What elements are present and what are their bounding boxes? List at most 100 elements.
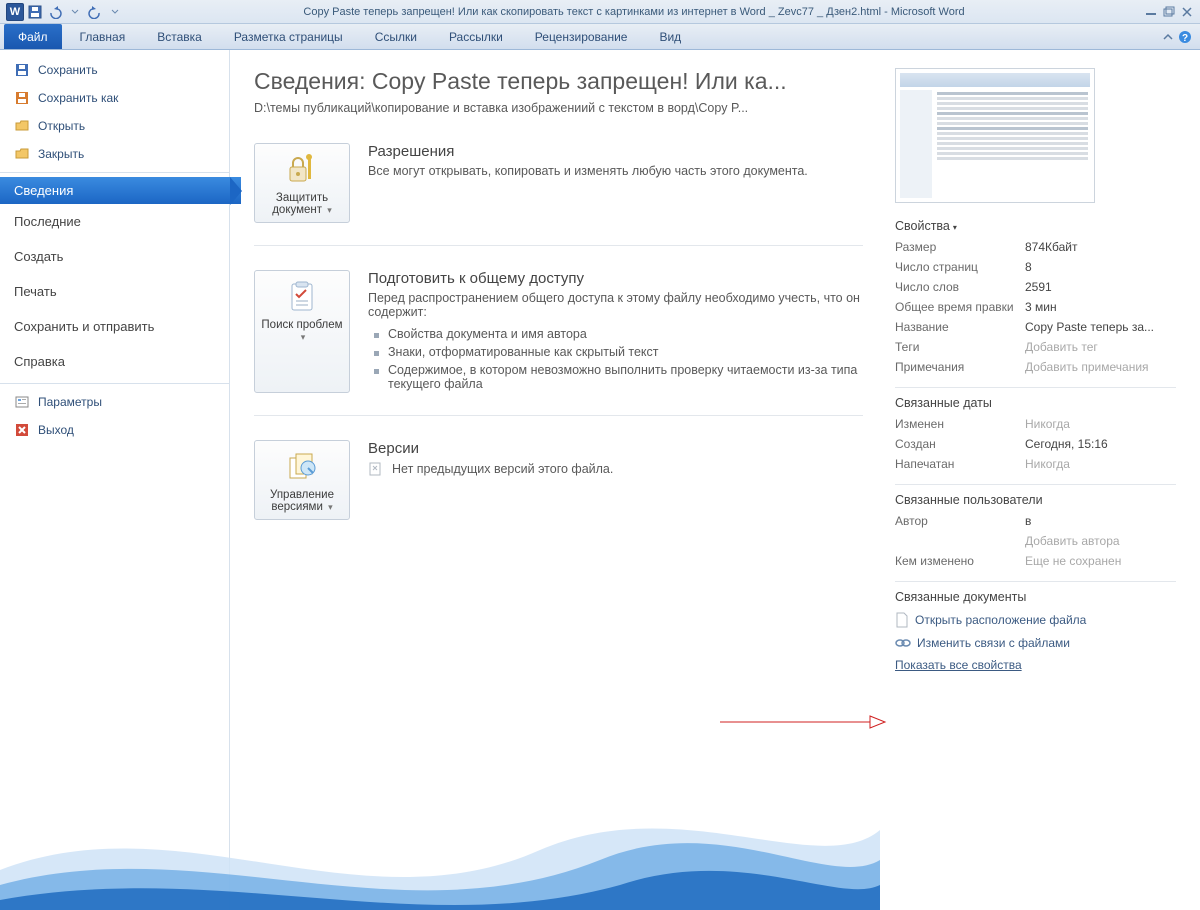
tab-review[interactable]: Рецензирование: [521, 24, 642, 49]
info-main-column: Сведения: Copy Paste теперь запрещен! Ил…: [254, 68, 881, 892]
tab-file[interactable]: Файл: [4, 24, 62, 49]
qat-dropdown-icon[interactable]: [66, 3, 84, 21]
sidebar-exit[interactable]: Выход: [0, 416, 229, 444]
protect-document-button[interactable]: Защитить документ ▾: [254, 143, 350, 223]
property-value[interactable]: Добавить тег: [1025, 340, 1176, 354]
property-key: Создан: [895, 437, 1025, 451]
section-body: Подготовить к общему доступу Перед распр…: [368, 270, 863, 393]
sidebar-recent[interactable]: Последние: [0, 204, 229, 239]
tab-home[interactable]: Главная: [66, 24, 140, 49]
property-row: СозданСегодня, 15:16: [895, 434, 1176, 454]
property-row: Размер874Кбайт: [895, 237, 1176, 257]
property-value: 2591: [1025, 280, 1176, 294]
sidebar-help[interactable]: Справка: [0, 344, 229, 379]
button-label: Защитить документ: [272, 192, 328, 216]
sidebar-options[interactable]: Параметры: [0, 388, 229, 416]
ribbon-tabs: Файл Главная Вставка Разметка страницы С…: [0, 24, 1200, 50]
save-icon: [14, 62, 30, 78]
sidebar-new[interactable]: Создать: [0, 239, 229, 274]
close-folder-icon: [14, 146, 30, 162]
sidebar-close[interactable]: Закрыть: [0, 140, 229, 168]
edit-file-links-link[interactable]: Изменить связи с файлами: [895, 632, 1176, 654]
document-path: D:\темы публикаций\копирование и вставка…: [254, 101, 863, 115]
label: Свойства: [895, 219, 950, 233]
property-value: 8: [1025, 260, 1176, 274]
sidebar-item-label: Выход: [38, 423, 74, 437]
property-value: Copy Paste теперь за...: [1025, 320, 1176, 334]
sidebar-info[interactable]: Сведения: [0, 177, 241, 204]
section-prepare-share: Поиск проблем ▾ Подготовить к общему дос…: [254, 270, 863, 416]
related-docs-heading: Связанные документы: [895, 581, 1176, 604]
property-row: НапечатанНикогда: [895, 454, 1176, 474]
property-row: ПримечанияДобавить примечания: [895, 357, 1176, 377]
property-value: 874Кбайт: [1025, 240, 1176, 254]
save-icon[interactable]: [26, 3, 44, 21]
section-heading: Подготовить к общему доступу: [368, 270, 863, 287]
options-icon: [14, 394, 30, 410]
window-title: Copy Paste теперь запрещен! Или как скоп…: [124, 6, 1144, 18]
properties-dropdown[interactable]: Свойства▾: [895, 215, 1176, 237]
section-body: Разрешения Все могут открывать, копирова…: [368, 143, 863, 223]
close-icon[interactable]: [1180, 6, 1194, 18]
backstage: Сохранить Сохранить как Открыть Закрыть …: [0, 50, 1200, 910]
open-file-location-link[interactable]: Открыть расположение файла: [895, 608, 1176, 632]
properties-panel: Свойства▾ Размер874КбайтЧисло страниц8Чи…: [881, 68, 1176, 892]
restore-icon[interactable]: [1162, 6, 1176, 18]
versions-icon: [259, 449, 345, 485]
property-row: ТегиДобавить тег: [895, 337, 1176, 357]
tab-references[interactable]: Ссылки: [361, 24, 431, 49]
exit-icon: [14, 422, 30, 438]
property-key: Напечатан: [895, 457, 1025, 471]
separator: [0, 383, 229, 384]
sidebar-save[interactable]: Сохранить: [0, 56, 229, 84]
help-icon[interactable]: ?: [1178, 30, 1192, 44]
section-body: Версии Нет предыдущих версий этого файла…: [368, 440, 863, 520]
property-value[interactable]: Никогда: [1025, 457, 1176, 471]
property-key: [895, 534, 1025, 548]
qat-customize-icon[interactable]: [106, 3, 124, 21]
section-text: Нет предыдущих версий этого файла.: [392, 462, 613, 476]
property-key: Число слов: [895, 280, 1025, 294]
tab-view[interactable]: Вид: [645, 24, 695, 49]
sidebar-save-as[interactable]: Сохранить как: [0, 84, 229, 112]
show-all-properties-link[interactable]: Показать все свойства: [895, 654, 1176, 676]
sidebar-open[interactable]: Открыть: [0, 112, 229, 140]
sidebar-save-send[interactable]: Сохранить и отправить: [0, 309, 229, 344]
check-issues-button[interactable]: Поиск проблем ▾: [254, 270, 350, 393]
tab-page-layout[interactable]: Разметка страницы: [220, 24, 357, 49]
property-key: Автор: [895, 514, 1025, 528]
redo-icon[interactable]: [86, 3, 104, 21]
ribbon-minimize-icon[interactable]: [1162, 31, 1174, 43]
section-heading: Версии: [368, 440, 863, 457]
chevron-down-icon: ▾: [327, 205, 332, 215]
document-thumbnail[interactable]: [895, 68, 1095, 203]
word-app-icon: W: [6, 3, 24, 21]
svg-text:?: ?: [1182, 33, 1188, 44]
info-panel: Сведения: Copy Paste теперь запрещен! Ил…: [230, 50, 1200, 910]
property-row: ИзмененНикогда: [895, 414, 1176, 434]
property-key: Теги: [895, 340, 1025, 354]
page-title: Сведения: Copy Paste теперь запрещен! Ил…: [254, 68, 863, 95]
property-value[interactable]: Добавить примечания: [1025, 360, 1176, 374]
undo-icon[interactable]: [46, 3, 64, 21]
property-row: НазваниеCopy Paste теперь за...: [895, 317, 1176, 337]
quick-access-toolbar: W: [6, 3, 124, 21]
minimize-icon[interactable]: [1144, 6, 1158, 18]
link-chain-icon: [895, 638, 911, 648]
sidebar-item-label: Открыть: [38, 119, 85, 133]
tab-mailings[interactable]: Рассылки: [435, 24, 517, 49]
tab-insert[interactable]: Вставка: [143, 24, 216, 49]
sidebar-item-label: Параметры: [38, 395, 102, 409]
property-value[interactable]: Никогда: [1025, 417, 1176, 431]
no-versions-icon: [368, 461, 384, 477]
manage-versions-button[interactable]: Управление версиями ▾: [254, 440, 350, 520]
property-row: Кем измененоЕще не сохранен: [895, 551, 1176, 571]
link-label: Изменить связи с файлами: [917, 636, 1070, 650]
sidebar-print[interactable]: Печать: [0, 274, 229, 309]
property-value[interactable]: Добавить автора: [1025, 534, 1176, 548]
property-row: Число слов2591: [895, 277, 1176, 297]
sidebar-item-label: Сохранить: [38, 63, 98, 77]
related-users-heading: Связанные пользователи: [895, 484, 1176, 507]
property-value[interactable]: Еще не сохранен: [1025, 554, 1176, 568]
chevron-down-icon: ▾: [328, 502, 333, 512]
